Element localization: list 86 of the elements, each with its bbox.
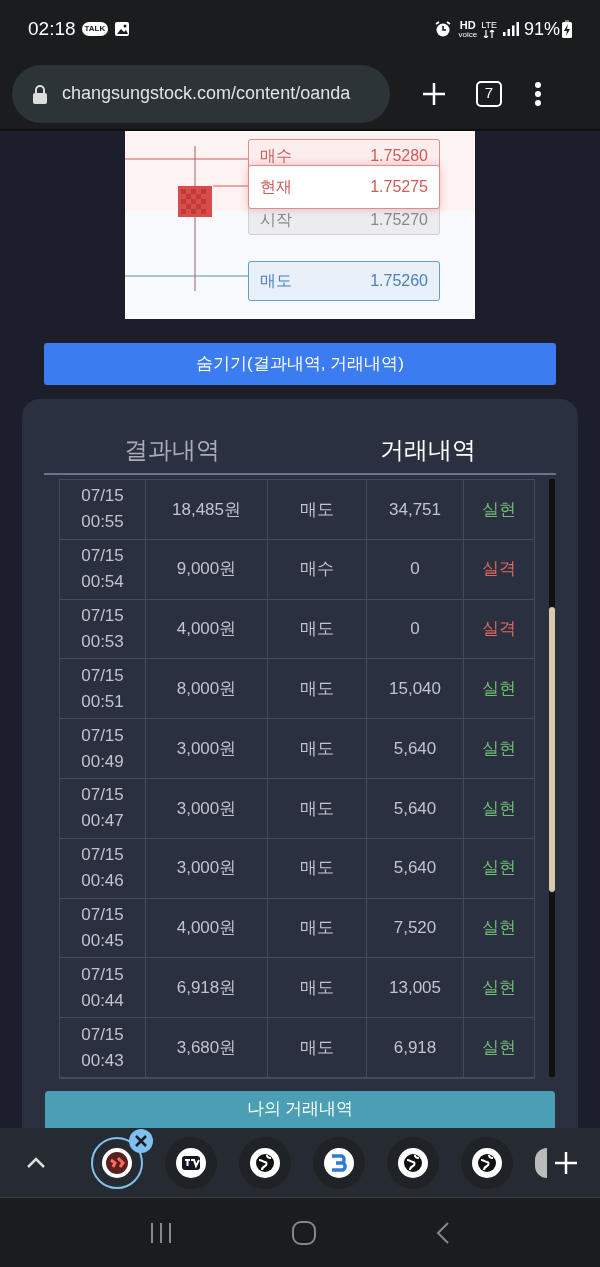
result-cell-text: 실현 (481, 977, 517, 999)
value-cell: 0 (367, 599, 464, 659)
side-cell: 매도 (268, 838, 367, 898)
price-label: 현재 1.75275 (248, 165, 440, 209)
clock-time: 02:18 (28, 16, 76, 41)
date-time-cell: 07/15 00:51 (60, 659, 146, 719)
side-cell: 매도 (268, 1018, 367, 1077)
image-icon (114, 21, 131, 37)
history-tab[interactable]: 결과내역 (44, 427, 300, 473)
chart-logo-icon (176, 1147, 206, 1178)
result-cell-text: 실현 (481, 737, 517, 760)
side-cell: 매도 (268, 659, 367, 719)
new-tab-plus-icon[interactable] (422, 81, 446, 106)
add-tab-icon[interactable] (554, 1150, 578, 1175)
globe-icon[interactable] (472, 1147, 502, 1178)
side-cell: 매도 (268, 779, 367, 838)
site-favicon-icon (102, 1147, 132, 1178)
amount-cell: 4,000원 (146, 599, 268, 659)
amount-cell: 3,680원 (146, 1018, 268, 1077)
back-icon[interactable] (435, 1220, 451, 1245)
date-time-cell: 07/15 00:44 (60, 958, 146, 1018)
date-time-cell: 07/15 00:55 (60, 480, 146, 539)
result-cell-text: 실현 (481, 917, 517, 940)
date-time-cell: 07/15 00:45 (60, 898, 146, 958)
amount-cell: 3,000원 (146, 838, 268, 898)
url-text: changsungstock.com/content/oanda (62, 82, 351, 105)
value-cell: 13,005 (367, 958, 464, 1018)
side-cell: 매수 (268, 539, 367, 599)
battery-charging-icon (562, 20, 572, 38)
value-cell: 0 (367, 539, 464, 599)
address-bar[interactable]: changsungstock.com/content/oanda (12, 64, 390, 123)
data-arrows-icon (483, 29, 496, 38)
lock-icon (32, 83, 48, 104)
lte-indicator: LTE (481, 20, 497, 30)
more-menu-icon[interactable] (534, 81, 542, 106)
result-cell-text: 실현 (481, 678, 517, 701)
value-cell: 7,520 (367, 898, 464, 958)
chat-notification-icon: TALK (81, 22, 109, 36)
side-cell: 매도 (268, 480, 367, 539)
amount-cell: 18,485원 (146, 480, 268, 539)
date-time-cell: 07/15 00:46 (60, 838, 146, 898)
recent-apps-icon[interactable] (149, 1220, 173, 1245)
chevron-up-icon[interactable] (26, 1156, 46, 1169)
signal-icon (502, 22, 519, 36)
value-cell: 15,040 (367, 659, 464, 719)
date-time-cell: 07/15 00:43 (60, 1018, 146, 1077)
value-cell: 5,640 (367, 719, 464, 778)
value-cell: 6,918 (367, 1018, 464, 1077)
amount-cell: 9,000원 (146, 539, 268, 599)
amount-cell: 3,000원 (146, 719, 268, 778)
globe-icon[interactable] (250, 1147, 280, 1178)
amount-cell: 4,000원 (146, 898, 268, 958)
value-cell: 34,751 (367, 480, 464, 539)
voice-indicator: voice (458, 30, 478, 39)
scrollbar-thumb[interactable] (549, 607, 555, 892)
home-icon[interactable] (291, 1219, 317, 1246)
amount-cell: 3,000원 (146, 779, 268, 838)
amount-cell: 6,918원 (146, 958, 268, 1018)
side-cell: 매도 (268, 958, 367, 1018)
hide-button[interactable]: 숨기기(결과내역, 거래내역) (44, 343, 556, 385)
hd-indicator: HD (459, 19, 476, 31)
circle-logo-icon (324, 1147, 354, 1178)
side-cell: 매도 (268, 719, 367, 778)
history-tab[interactable]: 거래내역 (300, 427, 556, 473)
value-cell: 5,640 (367, 838, 464, 898)
price-label: 매도 1.75260 (248, 261, 440, 301)
result-cell-text: 실격 (481, 558, 517, 581)
value-cell: 5,640 (367, 779, 464, 838)
date-time-cell: 07/15 00:53 (60, 599, 146, 659)
result-cell-text: 실현 (481, 857, 517, 880)
battery-percent: 91% (523, 17, 560, 41)
result-cell-text: 실격 (481, 618, 517, 641)
tab-count-button[interactable]: 7 (476, 80, 502, 107)
globe-icon[interactable] (398, 1147, 428, 1178)
date-time-cell: 07/15 00:54 (60, 539, 146, 599)
date-time-cell: 07/15 00:47 (60, 779, 146, 838)
side-cell: 매도 (268, 898, 367, 958)
close-icon[interactable] (129, 1128, 153, 1153)
alarm-icon (434, 20, 453, 38)
date-time-cell: 07/15 00:49 (60, 719, 146, 778)
partial-tab-thumbnail[interactable] (535, 1147, 547, 1178)
side-cell: 매도 (268, 599, 367, 659)
amount-cell: 8,000원 (146, 659, 268, 719)
result-cell-text: 실현 (481, 498, 517, 521)
result-cell-text: 실현 (481, 1036, 517, 1059)
result-cell-text: 실현 (481, 797, 517, 820)
